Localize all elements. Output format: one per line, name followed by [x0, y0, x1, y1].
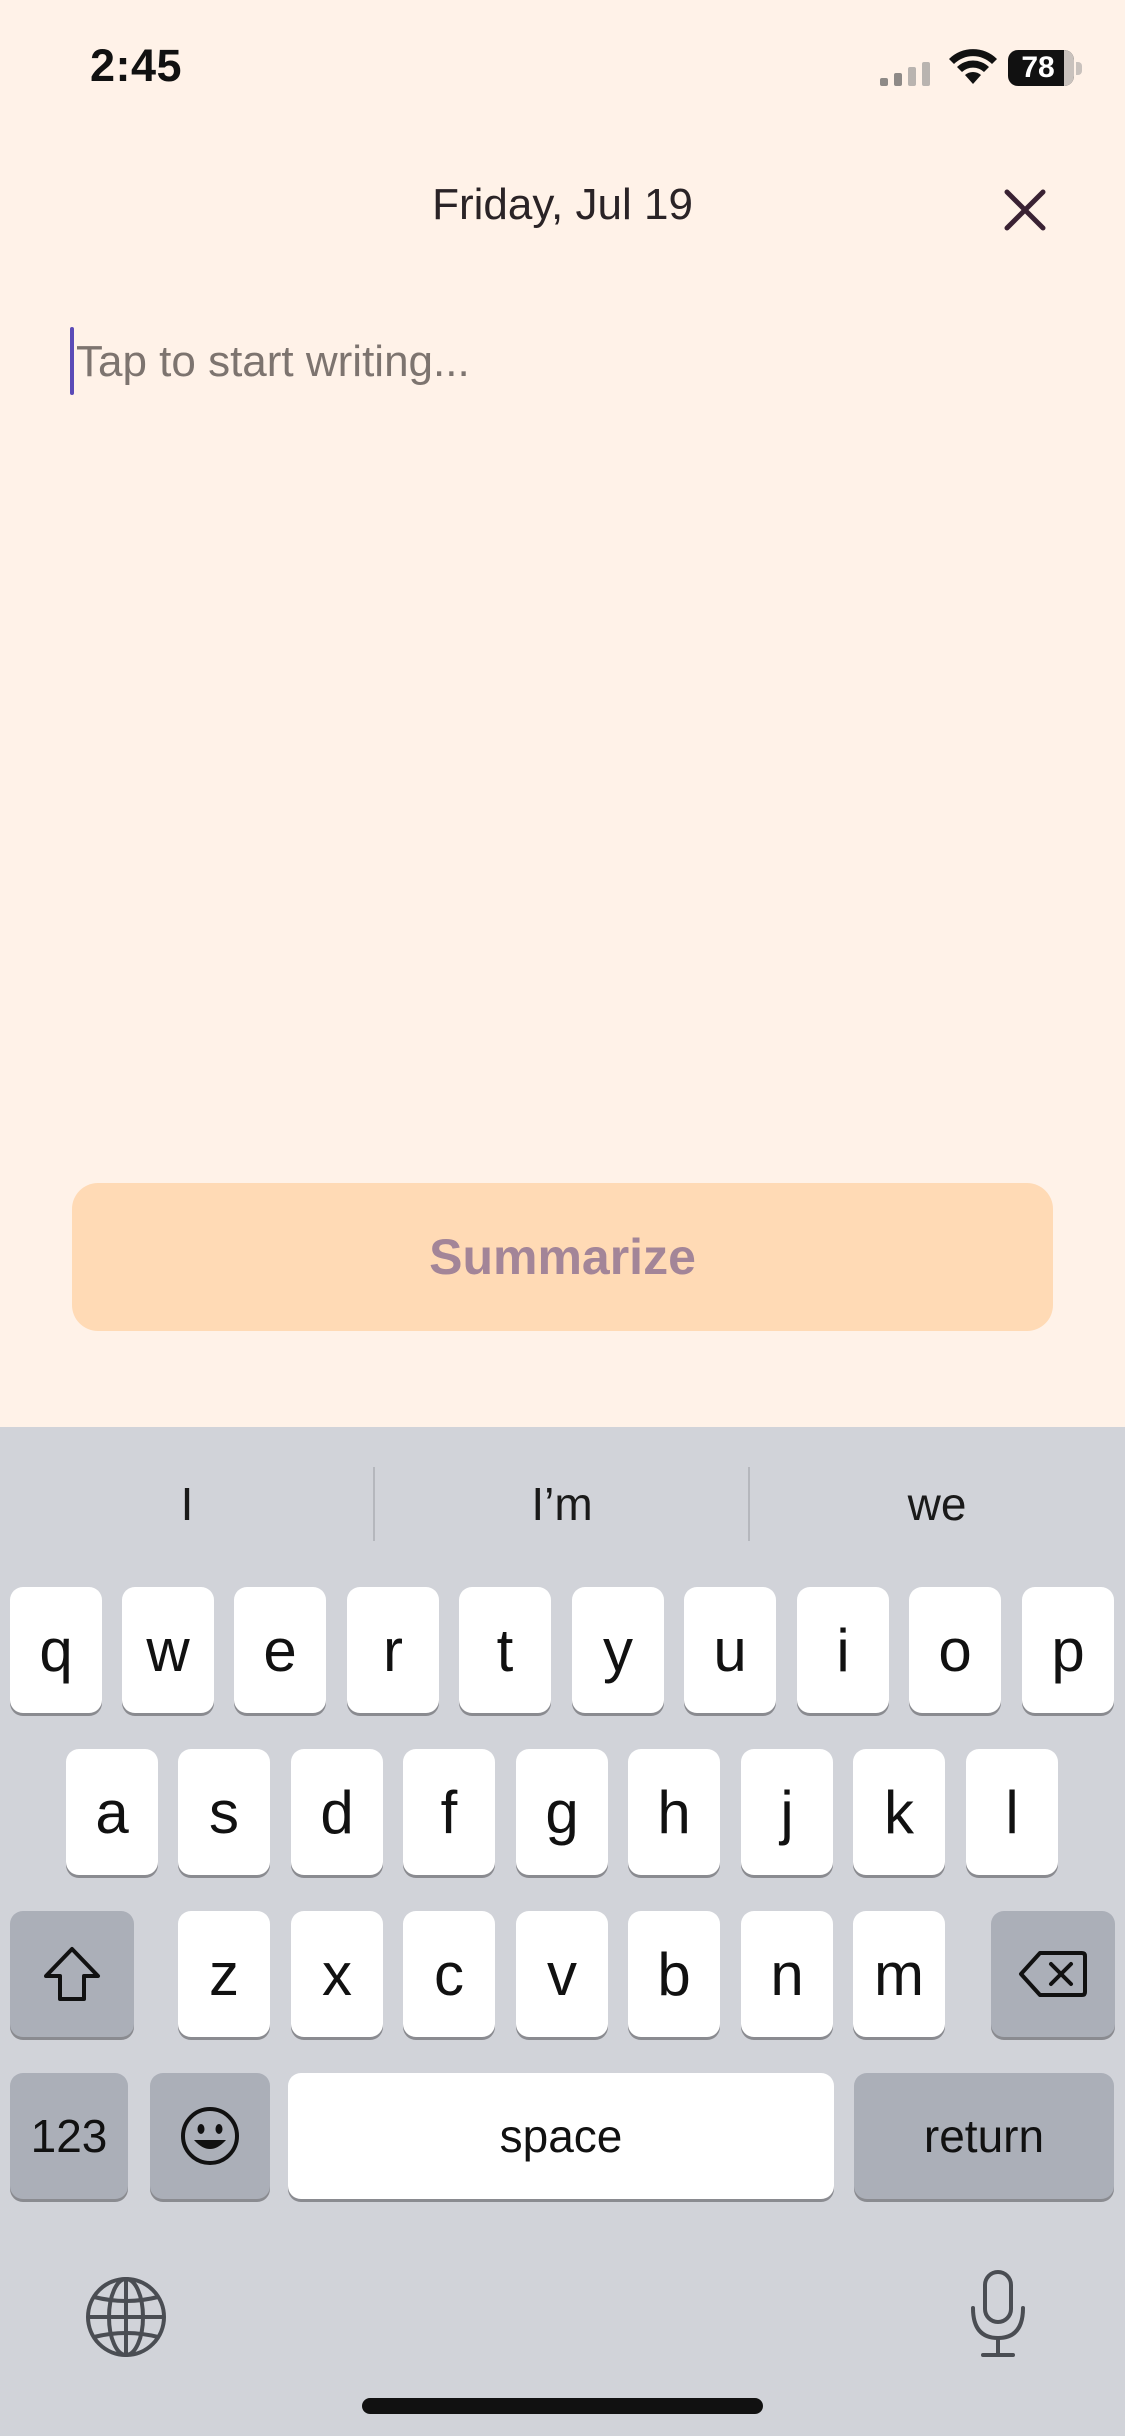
close-button[interactable]	[995, 180, 1055, 240]
numbers-key[interactable]: 123	[10, 2073, 128, 2199]
wifi-icon	[949, 49, 997, 84]
key-y[interactable]: y	[572, 1587, 664, 1713]
emoji-key[interactable]	[150, 2073, 270, 2199]
key-l[interactable]: l	[966, 1749, 1058, 1875]
emoji-icon	[181, 2107, 239, 2165]
cellular-signal-icon	[880, 62, 930, 86]
key-p[interactable]: p	[1022, 1587, 1114, 1713]
return-key[interactable]: return	[854, 2073, 1114, 2199]
key-j[interactable]: j	[741, 1749, 833, 1875]
suggestion-1[interactable]: I	[0, 1477, 374, 1531]
key-u[interactable]: u	[684, 1587, 776, 1713]
key-k[interactable]: k	[853, 1749, 945, 1875]
key-z[interactable]: z	[178, 1911, 270, 2037]
key-i[interactable]: i	[797, 1587, 889, 1713]
status-time: 2:45	[90, 40, 183, 91]
battery-level: 78	[1021, 51, 1055, 84]
key-v[interactable]: v	[516, 1911, 608, 2037]
close-icon	[1004, 189, 1046, 231]
key-e[interactable]: e	[234, 1587, 326, 1713]
key-r[interactable]: r	[347, 1587, 439, 1713]
shift-icon	[44, 1947, 100, 2001]
editor-placeholder: Tap to start writing...	[76, 337, 470, 386]
microphone-icon[interactable]	[965, 2268, 1031, 2360]
key-t[interactable]: t	[459, 1587, 551, 1713]
journal-entry-screen: 2:45 78 Friday, Jul 19 Tap to start writ…	[0, 0, 1125, 1427]
key-g[interactable]: g	[516, 1749, 608, 1875]
key-c[interactable]: c	[403, 1911, 495, 2037]
home-indicator	[362, 2398, 763, 2414]
summarize-label: Summarize	[429, 1229, 696, 1285]
key-o[interactable]: o	[909, 1587, 1001, 1713]
key-m[interactable]: m	[853, 1911, 945, 2037]
suggestion-3[interactable]: we	[750, 1477, 1124, 1531]
space-key[interactable]: space	[288, 2073, 834, 2199]
summarize-button[interactable]: Summarize	[72, 1183, 1053, 1331]
key-a[interactable]: a	[66, 1749, 158, 1875]
key-s[interactable]: s	[178, 1749, 270, 1875]
entry-date-title: Friday, Jul 19	[432, 180, 693, 229]
key-w[interactable]: w	[122, 1587, 214, 1713]
keyboard: I I’m we q w e r t y u i o p a s d f g h…	[0, 1427, 1125, 2436]
shift-key[interactable]	[10, 1911, 134, 2037]
backspace-icon	[1019, 1951, 1087, 1997]
globe-icon[interactable]	[84, 2275, 168, 2359]
suggestion-2[interactable]: I’m	[375, 1477, 749, 1531]
key-q[interactable]: q	[10, 1587, 102, 1713]
entry-text-editor[interactable]: Tap to start writing...	[70, 325, 1060, 405]
key-d[interactable]: d	[291, 1749, 383, 1875]
key-h[interactable]: h	[628, 1749, 720, 1875]
key-b[interactable]: b	[628, 1911, 720, 2037]
key-x[interactable]: x	[291, 1911, 383, 2037]
key-f[interactable]: f	[403, 1749, 495, 1875]
text-caret	[70, 327, 74, 395]
delete-key[interactable]	[991, 1911, 1115, 2037]
key-n[interactable]: n	[741, 1911, 833, 2037]
battery-icon: 78	[1008, 50, 1084, 86]
